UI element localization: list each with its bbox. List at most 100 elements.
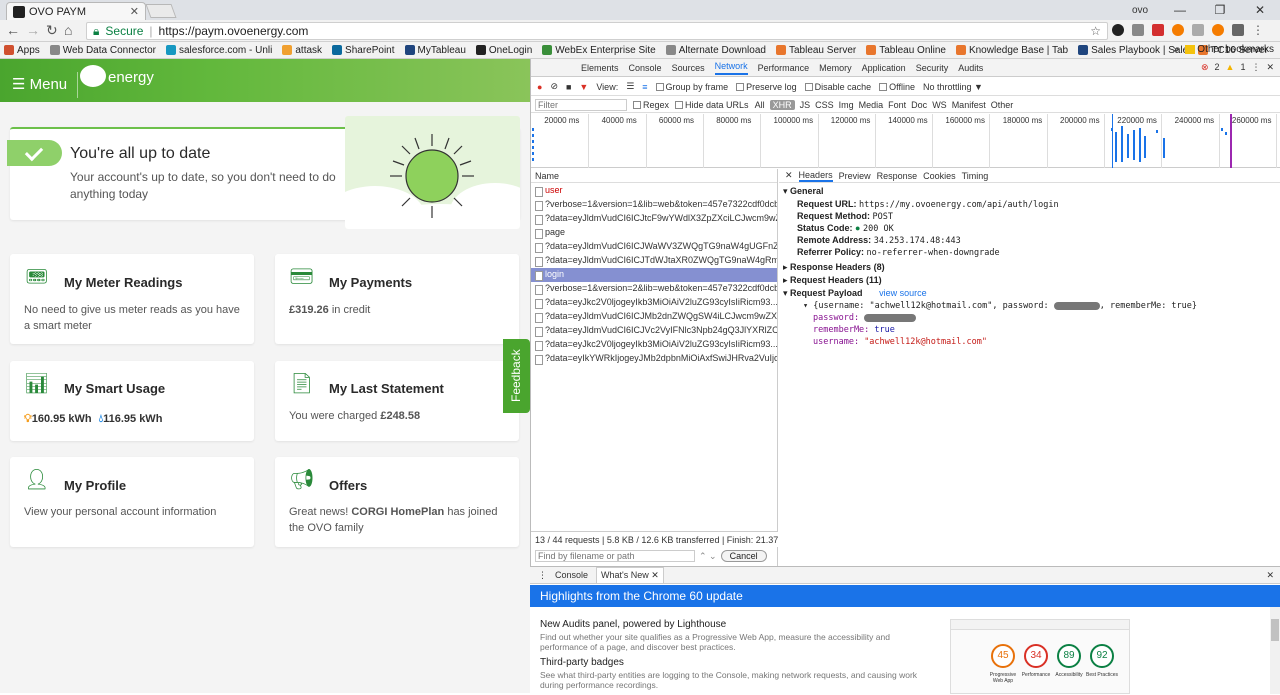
close-detail-icon[interactable]: ✕ [785, 170, 793, 181]
request-headers-section[interactable]: ▸ Request Headers (11) [783, 275, 882, 286]
bookmark-3[interactable]: attask [282, 45, 322, 56]
ext-icon[interactable] [1132, 24, 1144, 36]
tab-whats-new[interactable]: What's New ✕ [596, 567, 664, 583]
hide-data-urls-checkbox[interactable]: Hide data URLs [675, 100, 749, 110]
find-input[interactable] [535, 550, 695, 562]
profile-label[interactable]: ovo [1120, 5, 1160, 16]
network-overview-timeline[interactable]: 20000 ms 40000 ms 60000 ms 80000 ms 100000 m… [531, 114, 1280, 168]
tab-sources[interactable]: Sources [672, 63, 705, 73]
bookmark-11[interactable]: Knowledge Base | Tab [955, 45, 1068, 56]
response-headers-section[interactable]: ▸ Response Headers (8) [783, 262, 885, 273]
bookmark-star-icon[interactable]: ☆ [1090, 24, 1101, 38]
table-row[interactable]: page [531, 226, 777, 240]
table-row[interactable]: user [531, 184, 777, 198]
clear-icon[interactable]: ⊘ [550, 81, 558, 92]
ext-icon[interactable] [1232, 24, 1244, 36]
tab-headers[interactable]: Headers [798, 170, 833, 182]
chrome-menu-icon[interactable]: ⋮ [1252, 24, 1264, 36]
warning-icon[interactable]: ▲ [1226, 62, 1235, 73]
find-prev-next-icon[interactable]: ⌃ ⌄ [699, 551, 717, 562]
record-icon[interactable]: ● [537, 82, 542, 92]
onelogin-ext-icon[interactable] [1112, 24, 1124, 36]
tab-security[interactable]: Security [916, 63, 949, 73]
filter-css[interactable]: CSS [815, 100, 834, 110]
devtools-menu-icon[interactable]: ⋮ [1251, 62, 1260, 73]
table-row[interactable]: ?data=eyJldmVudCI6ICJtcF9wYWdlX3ZpZXciLC… [531, 212, 777, 226]
waterfall-icon[interactable]: ≡ [642, 82, 647, 92]
ovo-logo[interactable]: energy [80, 65, 154, 89]
close-devtools-icon[interactable]: ✕ [1266, 62, 1274, 73]
bookmark-4[interactable]: SharePoint [332, 45, 395, 56]
table-row[interactable]: ?data=eyJldmVudCI6ICJTdWJtaXR0ZWQgTG9naW… [531, 254, 777, 268]
disable-cache-checkbox[interactable]: Disable cache [804, 82, 871, 92]
bookmark-0[interactable]: Apps [4, 45, 40, 56]
ext-icon[interactable] [1212, 24, 1224, 36]
filter-doc[interactable]: Doc [911, 100, 927, 110]
drawer-scrollbar[interactable] [1270, 607, 1280, 694]
bookmark-5[interactable]: MyTableau [404, 45, 466, 56]
ext-icon[interactable] [1172, 24, 1184, 36]
table-row[interactable]: ?data=eyJkc2V0ljogeyIkb3MiOiAiV2luZG93cy… [531, 338, 777, 352]
cancel-find-button[interactable]: Cancel [720, 550, 767, 562]
filter-xhr[interactable]: XHR [769, 99, 795, 110]
reload-icon[interactable]: ↻ [46, 22, 58, 39]
tab-performance[interactable]: Performance [758, 63, 810, 73]
cast-icon[interactable] [1192, 24, 1204, 36]
preserve-log-checkbox[interactable]: Preserve log [736, 82, 797, 92]
offline-checkbox[interactable]: Offline [879, 82, 915, 92]
regex-checkbox[interactable]: Regex [633, 100, 669, 110]
payload-summary[interactable]: ▾ {username: "achwell12k@hotmail.com", p… [803, 301, 1197, 311]
bookmark-10[interactable]: Tableau Online [866, 45, 946, 56]
view-source-link[interactable]: view source [879, 288, 927, 298]
error-icon[interactable]: ⊗ [1201, 62, 1209, 73]
close-window-icon[interactable]: ✕ [1240, 3, 1280, 17]
menu-button[interactable]: ☰ Menu [12, 72, 79, 98]
feedback-tab[interactable]: Feedback [503, 339, 530, 413]
tab-timing[interactable]: Timing [962, 171, 989, 181]
tab-preview[interactable]: Preview [839, 171, 871, 181]
list-item[interactable]: Third-party badges See what third-party e… [540, 657, 940, 690]
filter-img[interactable]: Img [839, 100, 854, 110]
other-bookmarks[interactable]: » Other bookmarks [1173, 44, 1274, 55]
tab-cookies[interactable]: Cookies [923, 171, 956, 181]
bookmark-2[interactable]: salesforce.com - Unli [166, 45, 272, 56]
address-bar[interactable]: 🔒︎ Secure | https://paym.ovoenergy.com ☆ [86, 22, 1108, 40]
filter-icon[interactable]: ▼ [579, 82, 588, 92]
tab-console[interactable]: Console [629, 63, 662, 73]
close-drawer-icon[interactable]: ✕ [1266, 570, 1274, 581]
filter-input[interactable] [535, 98, 627, 111]
bookmark-6[interactable]: OneLogin [475, 45, 532, 56]
new-tab-button[interactable] [145, 4, 177, 18]
filter-ws[interactable]: WS [932, 100, 947, 110]
tab-elements[interactable]: Elements [581, 63, 619, 73]
back-icon[interactable]: ← [6, 22, 20, 38]
general-section[interactable]: ▾ General [783, 186, 824, 197]
bookmark-12[interactable]: Sales Playbook | Sale [1078, 45, 1188, 56]
table-row[interactable]: ?data=eyJkc2V0ljogeyIkb3MiOiAiV2luZG93cy… [531, 296, 777, 310]
forward-icon[interactable]: → [26, 22, 40, 38]
close-tab-icon[interactable]: ✕ [130, 5, 139, 18]
filter-media[interactable]: Media [859, 100, 884, 110]
tab-memory[interactable]: Memory [819, 63, 852, 73]
cbs-ext-icon[interactable] [1152, 24, 1164, 36]
filter-manifest[interactable]: Manifest [952, 100, 986, 110]
tab-application[interactable]: Application [862, 63, 906, 73]
table-row[interactable]: ?verbose=1&version=1&lib=web&token=457e7… [531, 198, 777, 212]
large-rows-icon[interactable]: ☰ [626, 81, 634, 92]
minimize-icon[interactable]: — [1160, 3, 1200, 17]
table-row[interactable]: ?data=eyJldmVudCI6ICJWaWV3ZWQgTG9naW4gUG… [531, 240, 777, 254]
tab-response[interactable]: Response [877, 171, 918, 181]
tab-console[interactable]: Console [555, 570, 588, 580]
filter-other[interactable]: Other [991, 100, 1014, 110]
throttling-select[interactable]: No throttling ▼ [923, 82, 983, 92]
maximize-icon[interactable]: ❐ [1200, 3, 1240, 17]
name-column-header[interactable]: Name [531, 169, 777, 183]
bookmark-7[interactable]: WebEx Enterprise Site [542, 45, 656, 56]
scrollbar-thumb[interactable] [1271, 619, 1279, 641]
bookmark-1[interactable]: Web Data Connector [49, 45, 156, 56]
filter-all[interactable]: All [755, 100, 765, 110]
table-row[interactable]: ?data=eyJldmVudCI6ICJVc2VyIFNlc3Npb24gQ3… [531, 324, 777, 338]
table-row[interactable]: ?data=eyIkYWRkIjogeyJMb2dpbnMiOiAxfSwiJH… [531, 352, 777, 366]
home-icon[interactable]: ⌂ [64, 22, 72, 38]
drawer-menu-icon[interactable]: ⋮ [538, 570, 547, 581]
